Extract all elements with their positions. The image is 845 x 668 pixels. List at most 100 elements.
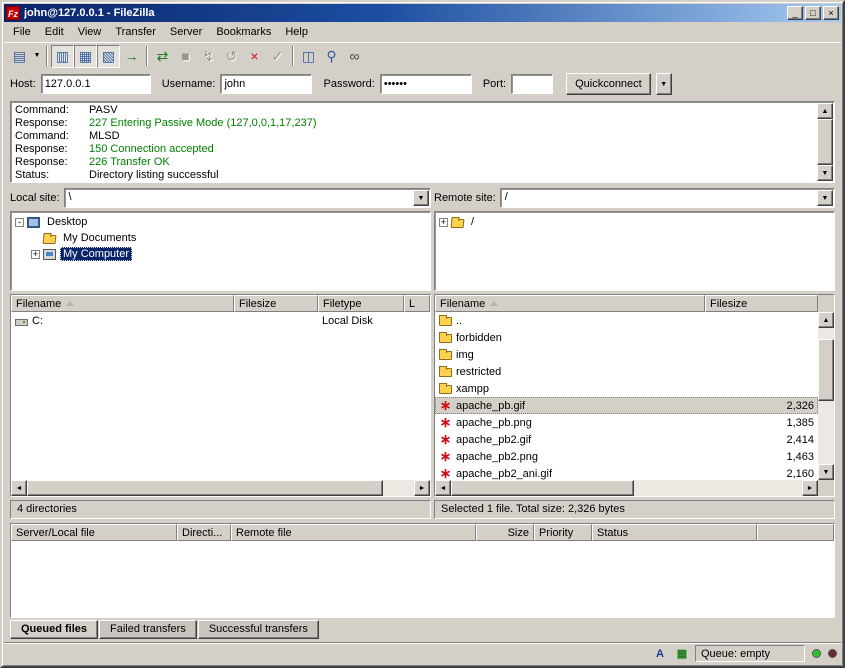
file-name-cell: ∗apache_pb.gif (435, 400, 712, 412)
find-files-button[interactable]: ⚲ (320, 45, 343, 68)
file-row-apache-pb-gif[interactable]: ∗apache_pb.gif2,326 (435, 397, 818, 414)
local-site-dropdown-button[interactable]: ▼ (413, 190, 429, 206)
file-row-img[interactable]: img (435, 346, 818, 363)
tree-item-desktop[interactable]: -Desktop (13, 214, 428, 230)
remote-horizontal-scrollbar[interactable]: ◄ ► (435, 480, 818, 496)
host-input[interactable] (41, 74, 151, 94)
scroll-left-button[interactable]: ◄ (435, 480, 451, 496)
site-manager-button[interactable]: ▤ (8, 45, 31, 68)
menu-server[interactable]: Server (163, 24, 209, 40)
message-log[interactable]: Command:PASVResponse:227 Entering Passiv… (10, 101, 835, 183)
column-header-filename[interactable]: Filename (11, 295, 234, 312)
scroll-right-button[interactable]: ► (802, 480, 818, 496)
column-header-direction[interactable]: Directi... (177, 524, 231, 541)
tab-failed-transfers[interactable]: Failed transfers (99, 620, 197, 639)
synchronized-browsing-button[interactable]: ◫ (297, 45, 320, 68)
file-row-forbidden[interactable]: forbidden (435, 329, 818, 346)
column-header-filetype[interactable]: Filetype (318, 295, 404, 312)
local-site-row: Local site: \ ▼ (10, 187, 431, 209)
quickconnect-dropdown-button[interactable]: ▼ (656, 73, 672, 95)
scrollbar-thumb[interactable] (818, 339, 834, 402)
menu-help[interactable]: Help (278, 24, 315, 40)
local-site-combobox[interactable]: \ ▼ (64, 188, 431, 208)
file-row-c[interactable]: C:Local Disk (11, 312, 430, 329)
remote-vertical-scrollbar[interactable]: ▲ ▼ (818, 312, 834, 480)
username-input[interactable] (220, 74, 312, 94)
file-row-apache-pb2-ani-gif[interactable]: ∗apache_pb2_ani.gif2,160 (435, 465, 818, 480)
maximize-button[interactable]: □ (805, 6, 821, 20)
toggle-tree-views-button[interactable]: ▦ (74, 45, 97, 68)
transfer-queue[interactable]: Server/Local file Directi... Remote file… (10, 523, 835, 618)
stop-transfer-button[interactable]: ■ (174, 45, 197, 68)
remote-directory-tree[interactable]: +/ (434, 211, 835, 291)
tree-item-my-documents[interactable]: My Documents (13, 230, 428, 246)
minimize-button[interactable]: _ (787, 6, 803, 20)
toggle-message-log-button[interactable]: ▥ (51, 45, 74, 68)
expand-icon[interactable]: + (439, 218, 448, 227)
directory-comparison-button[interactable]: ✓ (266, 45, 289, 68)
refresh-button[interactable]: ⇄ (151, 45, 174, 68)
site-manager-dropdown-button[interactable]: ▼ (31, 45, 43, 68)
tab-queued-files[interactable]: Queued files (10, 620, 98, 639)
menu-file[interactable]: File (6, 24, 38, 40)
menu-view[interactable]: View (71, 24, 109, 40)
log-line: Response:150 Connection accepted (15, 143, 815, 156)
disconnect-button[interactable]: ↯ (197, 45, 220, 68)
quickconnect-button[interactable]: Quickconnect (566, 73, 651, 95)
remote-site-combobox[interactable]: / ▼ (500, 188, 835, 208)
statusbar: A ▦ Queue: empty (4, 642, 841, 664)
titlebar[interactable]: Fz john@127.0.0.1 - FileZilla _ □ × (4, 4, 841, 22)
column-header-lastmodified[interactable]: L (404, 295, 430, 312)
menu-edit[interactable]: Edit (38, 24, 71, 40)
collapse-icon[interactable]: - (15, 218, 24, 227)
toggle-queue-view-button[interactable]: ▧ (97, 45, 120, 68)
scroll-down-button[interactable]: ▼ (818, 464, 834, 480)
menu-bookmarks[interactable]: Bookmarks (209, 24, 278, 40)
scroll-right-button[interactable]: ► (414, 480, 430, 496)
close-button[interactable]: × (823, 6, 839, 20)
remote-status-text: Selected 1 file. Total size: 2,326 bytes (434, 500, 835, 519)
remote-site-dropdown-button[interactable]: ▼ (817, 190, 833, 206)
scroll-left-button[interactable]: ◄ (11, 480, 27, 496)
scroll-up-button[interactable]: ▲ (818, 312, 834, 328)
scrollbar-thumb[interactable] (817, 119, 833, 165)
column-header-status[interactable]: Status (592, 524, 757, 541)
transfer-type-icon[interactable]: A (651, 646, 669, 662)
menu-transfer[interactable]: Transfer (108, 24, 163, 40)
local-directory-tree[interactable]: -DesktopMy Documents+My Computer (10, 211, 431, 291)
scrollbar-thumb[interactable] (27, 480, 383, 496)
cancel-operation-button[interactable]: × (243, 45, 266, 68)
column-header-remote-file[interactable]: Remote file (231, 524, 476, 541)
scrollbar-thumb[interactable] (451, 480, 634, 496)
expand-icon[interactable]: + (31, 250, 40, 259)
scroll-down-button[interactable]: ▼ (817, 165, 833, 181)
filter-button[interactable]: ∞ (343, 45, 366, 68)
log-vertical-scrollbar[interactable]: ▲ ▼ (817, 103, 833, 181)
file-row-apache-pb2-png[interactable]: ∗apache_pb2.png1,463 (435, 448, 818, 465)
column-header-filename[interactable]: Filename (435, 295, 705, 312)
keypad-icon[interactable]: ▦ (673, 646, 691, 662)
port-input[interactable] (511, 74, 553, 94)
file-row-restricted[interactable]: restricted (435, 363, 818, 380)
file-row-apache-pb-png[interactable]: ∗apache_pb.png1,385 (435, 414, 818, 431)
remote-file-list[interactable]: Filename Filesize ..forbiddenimgrestrict… (434, 294, 835, 497)
column-header-size[interactable]: Size (476, 524, 534, 541)
tree-item-item[interactable]: +/ (437, 214, 832, 230)
tree-item-my-computer[interactable]: +My Computer (13, 246, 428, 262)
column-header-filesize[interactable]: Filesize (234, 295, 318, 312)
reconnect-icon: ↺ (226, 49, 238, 63)
process-queue-button[interactable]: → (120, 45, 143, 68)
scroll-up-button[interactable]: ▲ (817, 103, 833, 119)
reconnect-button[interactable]: ↺ (220, 45, 243, 68)
local-horizontal-scrollbar[interactable]: ◄ ► (11, 480, 430, 496)
host-label: Host: (10, 78, 36, 90)
column-header-server-local-file[interactable]: Server/Local file (11, 524, 177, 541)
tab-successful-transfers[interactable]: Successful transfers (198, 620, 319, 639)
file-row-apache-pb2-gif[interactable]: ∗apache_pb2.gif2,414 (435, 431, 818, 448)
file-row-xampp[interactable]: xampp (435, 380, 818, 397)
column-header-priority[interactable]: Priority (534, 524, 592, 541)
column-header-filesize[interactable]: Filesize (705, 295, 818, 312)
local-file-list[interactable]: Filename Filesize Filetype L C:Local Dis… (10, 294, 431, 497)
password-input[interactable] (380, 74, 472, 94)
file-row-item[interactable]: .. (435, 312, 818, 329)
